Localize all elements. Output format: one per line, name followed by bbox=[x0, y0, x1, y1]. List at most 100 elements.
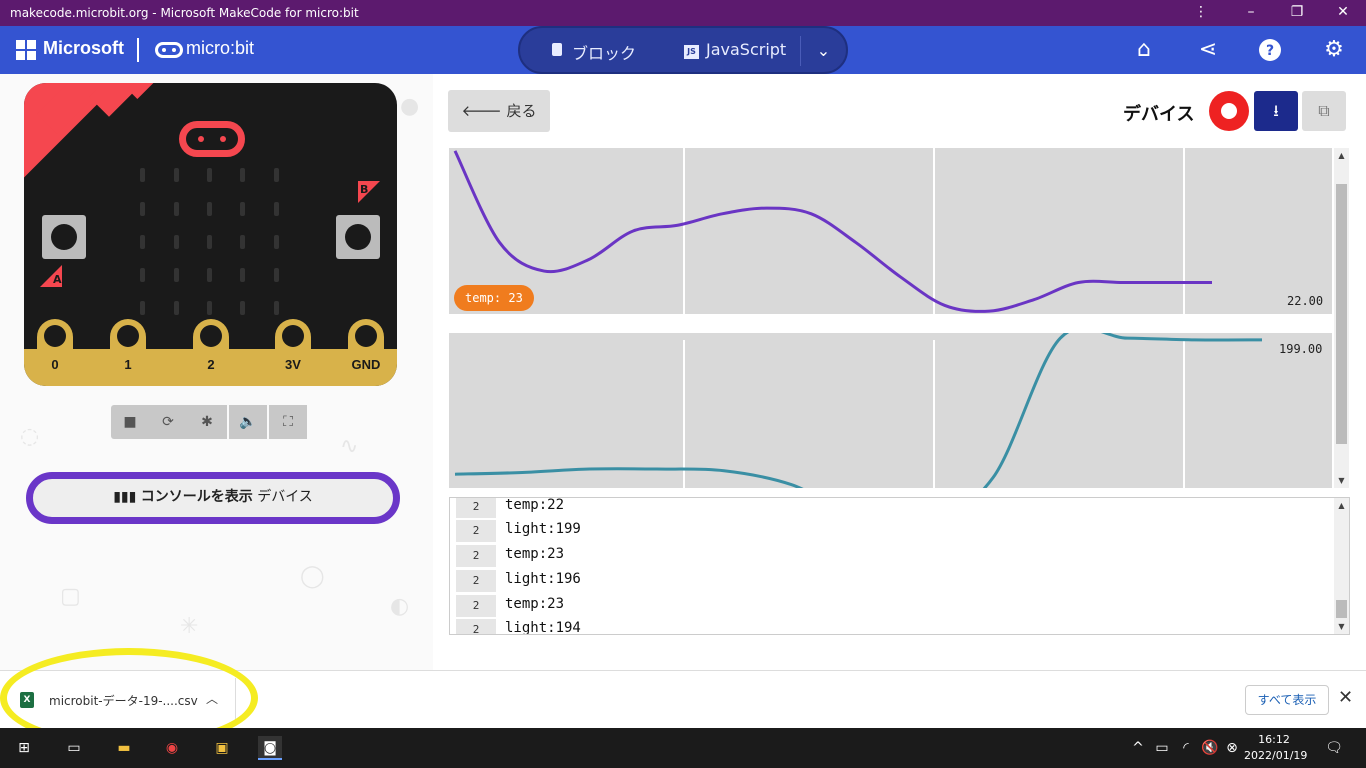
makecode-app-icon[interactable]: ◙ bbox=[258, 736, 282, 760]
download-button[interactable]: ⭳ bbox=[1254, 91, 1298, 131]
button-b[interactable] bbox=[336, 215, 380, 259]
show-console-button[interactable]: ▮▮▮ コンソールを表示 デバイス bbox=[26, 472, 400, 524]
decoration-icon: ◐ bbox=[390, 594, 410, 619]
mute-icon[interactable]: 🔈 bbox=[229, 405, 267, 439]
line-text: light:196 bbox=[505, 571, 581, 587]
download-icon: ⭳ bbox=[1273, 101, 1279, 120]
console-line: 2 temp:23 bbox=[450, 594, 1330, 618]
battery-icon[interactable]: ▭ bbox=[1150, 736, 1174, 760]
system-clock[interactable]: 16:12 2022/01/19 bbox=[1244, 732, 1307, 764]
temp-series-line bbox=[453, 150, 1212, 313]
pin-gnd[interactable]: GND bbox=[348, 319, 384, 385]
decoration-icon: ✳ bbox=[180, 614, 199, 639]
console-scroll-thumb[interactable] bbox=[1336, 600, 1347, 618]
more-options-icon[interactable]: ⋮ bbox=[1193, 3, 1209, 21]
brand-divider bbox=[137, 38, 139, 62]
record-button[interactable] bbox=[1209, 91, 1249, 131]
bar-chart-icon: ▮▮▮ bbox=[113, 489, 137, 505]
microbit-logo-icon bbox=[155, 42, 183, 58]
file-explorer-icon[interactable]: ▬ bbox=[112, 736, 136, 760]
charts-scrollbar[interactable]: ▲ ▼ bbox=[1334, 148, 1349, 488]
scroll-down-icon[interactable]: ▼ bbox=[1334, 622, 1349, 631]
close-window-icon[interactable]: ✕ bbox=[1335, 3, 1351, 21]
js-icon: JS bbox=[684, 45, 699, 59]
scroll-down-icon[interactable]: ▼ bbox=[1334, 476, 1349, 485]
touch-logo[interactable] bbox=[179, 121, 245, 157]
help-icon[interactable]: ? bbox=[1256, 36, 1284, 64]
pin-0[interactable]: 0 bbox=[37, 319, 73, 385]
board-stripe bbox=[127, 83, 205, 100]
console-line: 2 light:199 bbox=[450, 519, 1330, 543]
stop-icon[interactable]: ■ bbox=[111, 405, 149, 439]
decoration-icon: ◯ bbox=[300, 564, 325, 589]
line-text: temp:23 bbox=[505, 596, 565, 612]
microsoft-brand[interactable]: Microsoft bbox=[43, 38, 124, 59]
restore-icon[interactable]: ❐ bbox=[1289, 3, 1305, 21]
tab-javascript[interactable]: JavaScript bbox=[706, 40, 786, 59]
scroll-up-icon[interactable]: ▲ bbox=[1334, 501, 1349, 510]
restart-icon[interactable]: ⟳ bbox=[149, 405, 187, 439]
pin-gnd-label: GND bbox=[351, 357, 381, 372]
chevron-up-icon[interactable]: ^ bbox=[1126, 736, 1150, 760]
home-icon[interactable]: ⌂ bbox=[1130, 36, 1158, 64]
volume-muted-icon[interactable]: 🔇 bbox=[1198, 736, 1222, 760]
light-series-line bbox=[454, 333, 1263, 488]
serial-console: 2 temp:22 2 light:199 2 temp:23 2 light:… bbox=[449, 497, 1350, 635]
console-scrollbar[interactable]: ▲ ▼ bbox=[1334, 498, 1349, 634]
chevron-down-icon[interactable]: ⌄ bbox=[800, 36, 846, 66]
chrome-icon[interactable]: ◉ bbox=[160, 736, 184, 760]
line-count-badge: 2 bbox=[456, 619, 496, 634]
tab-blocks[interactable]: ブロック bbox=[572, 40, 636, 64]
arrow-left-icon: 🡐 bbox=[461, 102, 502, 120]
clock-time: 16:12 bbox=[1258, 733, 1290, 746]
notifications-icon[interactable]: 🗨 bbox=[1322, 736, 1346, 760]
console-line: 2 temp:22 bbox=[450, 497, 1330, 519]
temp-value-label: 22.00 bbox=[1287, 294, 1324, 308]
share-icon[interactable]: ⋖ bbox=[1194, 36, 1222, 64]
temp-latest-chip: temp: 23 bbox=[454, 285, 534, 311]
browser-titlebar: makecode.microbit.org - Microsoft MakeCo… bbox=[0, 0, 1366, 26]
minimize-icon[interactable]: – bbox=[1243, 3, 1259, 21]
scroll-up-icon[interactable]: ▲ bbox=[1334, 151, 1349, 160]
button-a[interactable] bbox=[42, 215, 86, 259]
back-button[interactable]: 🡐 戻る bbox=[448, 90, 550, 132]
pin-2[interactable]: 2 bbox=[193, 319, 229, 385]
show-all-downloads-button[interactable]: すべて表示 bbox=[1245, 685, 1329, 715]
pin-1[interactable]: 1 bbox=[110, 319, 146, 385]
wifi-icon[interactable]: ◜ bbox=[1174, 736, 1198, 760]
debug-icon[interactable]: ✱ bbox=[187, 405, 227, 439]
microbit-brand[interactable]: micro:bit bbox=[186, 38, 254, 59]
light-value-label: 199.00 bbox=[1279, 342, 1323, 356]
line-count-badge: 2 bbox=[456, 498, 496, 518]
settings-icon[interactable]: ⚙ bbox=[1320, 36, 1348, 64]
temp-chart-svg bbox=[453, 148, 1212, 314]
window-title: makecode.microbit.org - Microsoft MakeCo… bbox=[10, 6, 359, 20]
copy-icon: ⧉ bbox=[1318, 101, 1330, 120]
microbit-simulator[interactable]: A B 0 1 2 3V GND bbox=[24, 83, 397, 386]
button-b-label: B bbox=[360, 183, 369, 196]
decoration-icon: ◌ bbox=[20, 424, 40, 449]
task-view-icon[interactable]: ▭ bbox=[62, 736, 86, 760]
line-count-badge: 2 bbox=[456, 595, 496, 617]
show-console-target: デバイス bbox=[257, 489, 313, 505]
line-count-badge: 2 bbox=[456, 570, 496, 592]
decoration-icon: ● bbox=[400, 94, 420, 119]
windows-taskbar: ⊞ ▭ ▬ ◉ ▣ ◙ ^ ▭ ◜ 🔇 ⊗ 16:12 2022/01/19 🗨 bbox=[0, 728, 1366, 768]
no-network-icon[interactable]: ⊗ bbox=[1220, 736, 1244, 760]
svg-text:?: ? bbox=[1266, 43, 1274, 59]
app-icon[interactable]: ▣ bbox=[210, 736, 234, 760]
microsoft-logo-icon bbox=[16, 40, 36, 60]
close-downloads-icon[interactable]: ✕ bbox=[1338, 687, 1353, 708]
sim-controls-group: ■ ⟳ ✱ bbox=[111, 405, 227, 439]
charts-scroll-thumb[interactable] bbox=[1336, 184, 1347, 444]
show-console-label: コンソールを表示 bbox=[140, 489, 253, 505]
pin-3v-label: 3V bbox=[285, 357, 301, 372]
puzzle-piece-icon bbox=[552, 43, 562, 56]
copy-button[interactable]: ⧉ bbox=[1302, 91, 1346, 131]
pin-3v[interactable]: 3V bbox=[275, 319, 311, 385]
line-text: temp:22 bbox=[505, 497, 565, 513]
fullscreen-icon[interactable]: ⛶ bbox=[269, 405, 307, 439]
windows-start-icon[interactable]: ⊞ bbox=[12, 736, 36, 760]
decoration-icon: ▢ bbox=[60, 584, 81, 609]
light-chart: 199.00 bbox=[449, 333, 1332, 488]
